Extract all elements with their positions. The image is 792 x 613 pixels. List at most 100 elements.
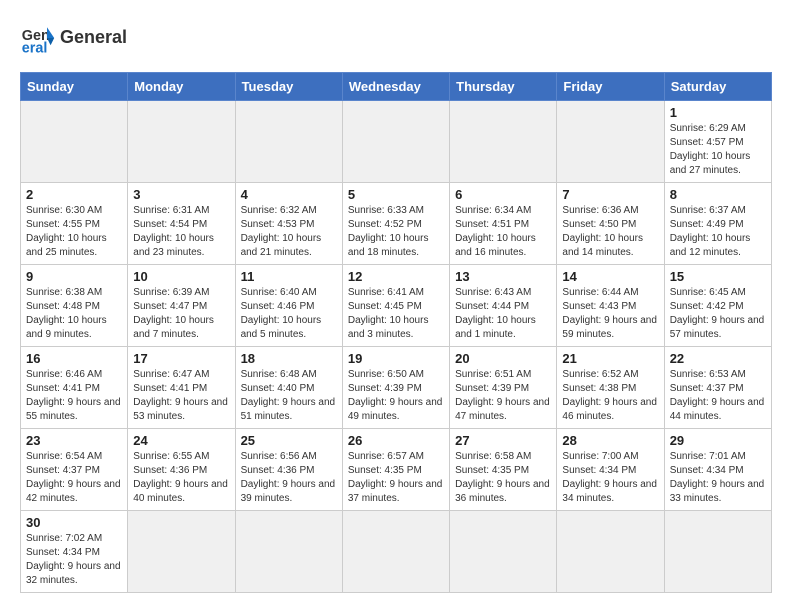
calendar-cell: 11 Sunrise: 6:40 AM Sunset: 4:46 PM Dayli… [235, 265, 342, 347]
logo: Gen eral General [20, 20, 127, 56]
calendar-week-row: 30 Sunrise: 7:02 AM Sunset: 4:34 PM Dayli… [21, 511, 772, 593]
day-number: 19 [348, 351, 444, 366]
day-info: Sunrise: 6:46 AM Sunset: 4:41 PM Dayligh… [26, 368, 122, 424]
calendar-cell [342, 101, 449, 183]
calendar-cell [557, 101, 664, 183]
day-number: 22 [670, 351, 766, 366]
day-number: 26 [348, 433, 444, 448]
calendar-cell: 26 Sunrise: 6:57 AM Sunset: 4:35 PM Dayli… [342, 429, 449, 511]
calendar-cell: 8 Sunrise: 6:37 AM Sunset: 4:49 PM Daylig… [664, 183, 771, 265]
day-number: 16 [26, 351, 122, 366]
day-number: 13 [455, 269, 551, 284]
day-number: 5 [348, 187, 444, 202]
logo-text: General [60, 28, 127, 48]
svg-text:eral: eral [22, 40, 48, 56]
calendar-cell [450, 101, 557, 183]
logo-icon: Gen eral [20, 20, 56, 56]
calendar-cell: 17 Sunrise: 6:47 AM Sunset: 4:41 PM Dayli… [128, 347, 235, 429]
calendar-cell: 30 Sunrise: 7:02 AM Sunset: 4:34 PM Dayli… [21, 511, 128, 593]
day-number: 29 [670, 433, 766, 448]
calendar-cell: 25 Sunrise: 6:56 AM Sunset: 4:36 PM Dayli… [235, 429, 342, 511]
day-info: Sunrise: 6:38 AM Sunset: 4:48 PM Dayligh… [26, 286, 122, 342]
calendar-cell [557, 511, 664, 593]
calendar-week-row: 2Sunrise: 6:30 AM Sunset: 4:55 PM Daylig… [21, 183, 772, 265]
calendar-cell [235, 101, 342, 183]
calendar-cell: 3 Sunrise: 6:31 AM Sunset: 4:54 PM Daylig… [128, 183, 235, 265]
header: Gen eral General [20, 20, 772, 56]
calendar-cell: 2Sunrise: 6:30 AM Sunset: 4:55 PM Daylig… [21, 183, 128, 265]
calendar-cell: 5 Sunrise: 6:33 AM Sunset: 4:52 PM Daylig… [342, 183, 449, 265]
calendar-cell: 28 Sunrise: 7:00 AM Sunset: 4:34 PM Dayli… [557, 429, 664, 511]
calendar-table: SundayMondayTuesdayWednesdayThursdayFrid… [20, 72, 772, 593]
day-number: 28 [562, 433, 658, 448]
day-info: Sunrise: 6:45 AM Sunset: 4:42 PM Dayligh… [670, 286, 766, 342]
day-info: Sunrise: 6:29 AM Sunset: 4:57 PM Dayligh… [670, 122, 766, 178]
day-info: Sunrise: 6:51 AM Sunset: 4:39 PM Dayligh… [455, 368, 551, 424]
day-info: Sunrise: 6:34 AM Sunset: 4:51 PM Dayligh… [455, 204, 551, 260]
day-info: Sunrise: 6:57 AM Sunset: 4:35 PM Dayligh… [348, 450, 444, 506]
weekday-header-tuesday: Tuesday [235, 73, 342, 101]
day-number: 27 [455, 433, 551, 448]
day-info: Sunrise: 6:52 AM Sunset: 4:38 PM Dayligh… [562, 368, 658, 424]
day-info: Sunrise: 6:47 AM Sunset: 4:41 PM Dayligh… [133, 368, 229, 424]
day-number: 23 [26, 433, 122, 448]
weekday-header-thursday: Thursday [450, 73, 557, 101]
day-number: 25 [241, 433, 337, 448]
calendar-cell [128, 511, 235, 593]
day-info: Sunrise: 7:00 AM Sunset: 4:34 PM Dayligh… [562, 450, 658, 506]
calendar-week-row: 23 Sunrise: 6:54 AM Sunset: 4:37 PM Dayli… [21, 429, 772, 511]
day-number: 18 [241, 351, 337, 366]
day-info: Sunrise: 6:54 AM Sunset: 4:37 PM Dayligh… [26, 450, 122, 506]
day-number: 1 [670, 105, 766, 120]
day-number: 6 [455, 187, 551, 202]
day-number: 14 [562, 269, 658, 284]
day-info: Sunrise: 6:50 AM Sunset: 4:39 PM Dayligh… [348, 368, 444, 424]
day-info: Sunrise: 6:43 AM Sunset: 4:44 PM Dayligh… [455, 286, 551, 342]
day-info: Sunrise: 6:30 AM Sunset: 4:55 PM Dayligh… [26, 204, 122, 260]
calendar-cell: 27 Sunrise: 6:58 AM Sunset: 4:35 PM Dayli… [450, 429, 557, 511]
calendar-cell: 18 Sunrise: 6:48 AM Sunset: 4:40 PM Dayli… [235, 347, 342, 429]
weekday-header-monday: Monday [128, 73, 235, 101]
calendar-cell [664, 511, 771, 593]
day-info: Sunrise: 7:02 AM Sunset: 4:34 PM Dayligh… [26, 532, 122, 588]
calendar-cell: 15Sunrise: 6:45 AM Sunset: 4:42 PM Dayli… [664, 265, 771, 347]
day-number: 8 [670, 187, 766, 202]
calendar-cell: 19 Sunrise: 6:50 AM Sunset: 4:39 PM Dayli… [342, 347, 449, 429]
calendar-cell: 20Sunrise: 6:51 AM Sunset: 4:39 PM Dayli… [450, 347, 557, 429]
day-number: 21 [562, 351, 658, 366]
calendar-cell [21, 101, 128, 183]
calendar-cell: 9 Sunrise: 6:38 AM Sunset: 4:48 PM Daylig… [21, 265, 128, 347]
calendar-cell: 29Sunrise: 7:01 AM Sunset: 4:34 PM Dayli… [664, 429, 771, 511]
calendar-cell [128, 101, 235, 183]
calendar-cell [235, 511, 342, 593]
calendar-cell [450, 511, 557, 593]
day-number: 30 [26, 515, 122, 530]
day-info: Sunrise: 6:33 AM Sunset: 4:52 PM Dayligh… [348, 204, 444, 260]
day-info: Sunrise: 6:41 AM Sunset: 4:45 PM Dayligh… [348, 286, 444, 342]
calendar-cell: 6 Sunrise: 6:34 AM Sunset: 4:51 PM Daylig… [450, 183, 557, 265]
day-info: Sunrise: 6:40 AM Sunset: 4:46 PM Dayligh… [241, 286, 337, 342]
day-info: Sunrise: 6:56 AM Sunset: 4:36 PM Dayligh… [241, 450, 337, 506]
calendar-cell: 12Sunrise: 6:41 AM Sunset: 4:45 PM Dayli… [342, 265, 449, 347]
calendar-cell: 7Sunrise: 6:36 AM Sunset: 4:50 PM Daylig… [557, 183, 664, 265]
calendar-week-row: 9 Sunrise: 6:38 AM Sunset: 4:48 PM Daylig… [21, 265, 772, 347]
day-info: Sunrise: 6:39 AM Sunset: 4:47 PM Dayligh… [133, 286, 229, 342]
day-number: 17 [133, 351, 229, 366]
calendar-cell [342, 511, 449, 593]
day-number: 11 [241, 269, 337, 284]
day-info: Sunrise: 6:48 AM Sunset: 4:40 PM Dayligh… [241, 368, 337, 424]
day-number: 9 [26, 269, 122, 284]
day-info: Sunrise: 6:37 AM Sunset: 4:49 PM Dayligh… [670, 204, 766, 260]
day-info: Sunrise: 6:58 AM Sunset: 4:35 PM Dayligh… [455, 450, 551, 506]
calendar-cell: 10Sunrise: 6:39 AM Sunset: 4:47 PM Dayli… [128, 265, 235, 347]
calendar-cell: 22Sunrise: 6:53 AM Sunset: 4:37 PM Dayli… [664, 347, 771, 429]
calendar-cell: 13 Sunrise: 6:43 AM Sunset: 4:44 PM Dayli… [450, 265, 557, 347]
day-number: 4 [241, 187, 337, 202]
calendar-week-row: 1 Sunrise: 6:29 AM Sunset: 4:57 PM Daylig… [21, 101, 772, 183]
calendar-cell: 21 Sunrise: 6:52 AM Sunset: 4:38 PM Dayli… [557, 347, 664, 429]
weekday-header-wednesday: Wednesday [342, 73, 449, 101]
day-info: Sunrise: 6:31 AM Sunset: 4:54 PM Dayligh… [133, 204, 229, 260]
calendar-cell: 14Sunrise: 6:44 AM Sunset: 4:43 PM Dayli… [557, 265, 664, 347]
day-number: 3 [133, 187, 229, 202]
day-number: 7 [562, 187, 658, 202]
